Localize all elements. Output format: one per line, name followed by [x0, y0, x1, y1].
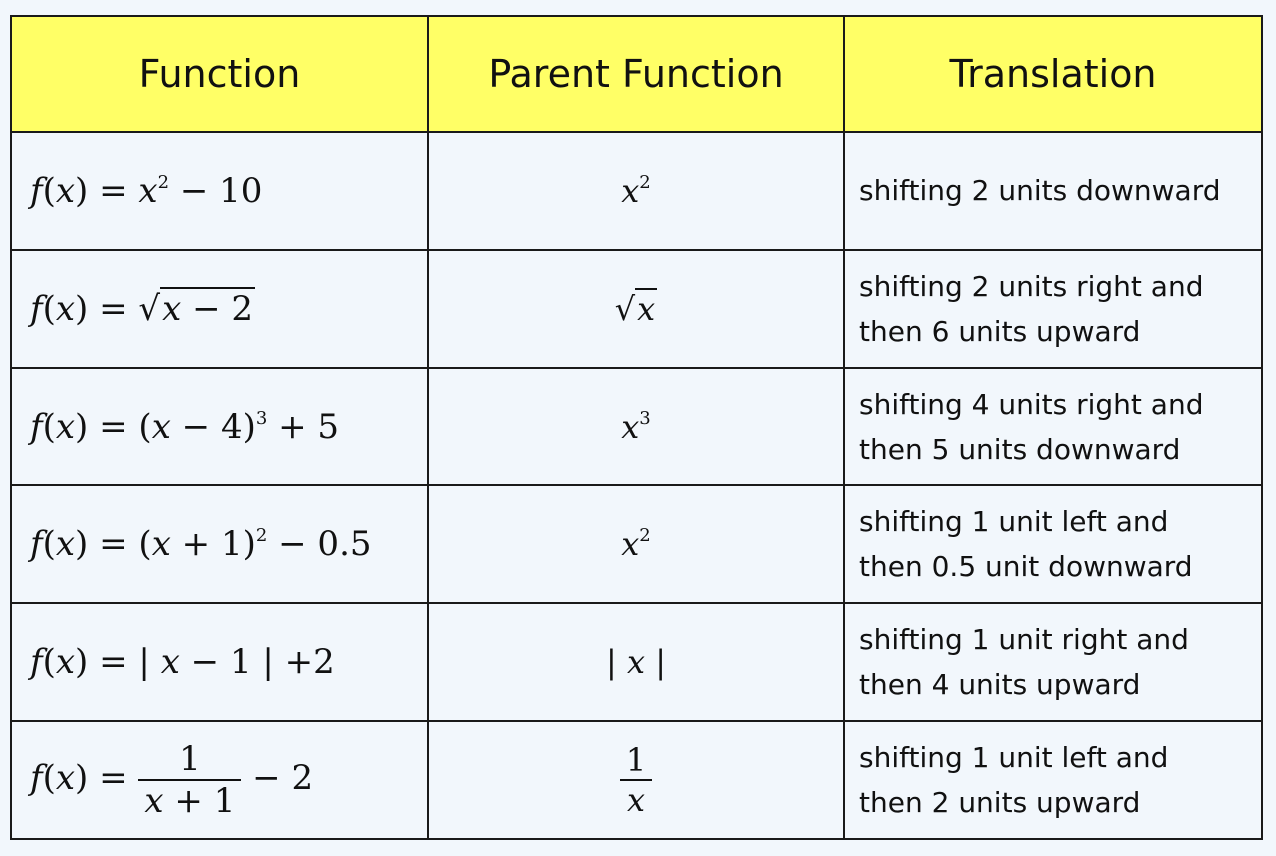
translation-line: shifting 2 units downward: [859, 174, 1221, 208]
header-row: Function Parent Function Translation: [10, 15, 1263, 133]
function-cell: f(x) = √x − 2: [10, 248, 429, 369]
translations-table-container: Function Parent Function Translation f(x…: [10, 15, 1263, 840]
translation-line: shifting 4 units right and: [859, 387, 1204, 421]
translation-cell: shifting 2 units right and then 6 units …: [843, 248, 1263, 369]
parent-function-cell: x2: [427, 131, 845, 251]
translation-cell: shifting 4 units right and then 5 units …: [843, 366, 1263, 487]
table-row: f(x) = x2 − 10 x2 shifting 2 units downw…: [10, 131, 1263, 251]
header-function: Function: [10, 15, 429, 133]
translation-line: then 2 units upward: [859, 786, 1141, 820]
translation-cell: shifting 2 units downward: [843, 131, 1263, 251]
translation-line: shifting 1 unit left and: [859, 741, 1169, 775]
header-translation: Translation: [843, 15, 1263, 133]
translation-line: then 4 units upward: [859, 668, 1141, 702]
header-parent-function: Parent Function: [427, 15, 845, 133]
translation-line: shifting 1 unit left and: [859, 505, 1169, 539]
translation-line: shifting 2 units right and: [859, 269, 1204, 303]
table-row: f(x) = 1x + 1 − 2 1x shifting 1 unit lef…: [10, 720, 1263, 840]
translation-line: then 5 units downward: [859, 432, 1181, 466]
table-row: f(x) = (x + 1)2 − 0.5 x2 shifting 1 unit…: [10, 484, 1263, 605]
parent-function-cell: x3: [427, 366, 845, 487]
translation-line: then 0.5 unit downward: [859, 550, 1193, 584]
function-cell: f(x) = (x + 1)2 − 0.5: [10, 484, 429, 605]
translation-cell: shifting 1 unit left and then 0.5 unit d…: [843, 484, 1263, 605]
table-row: f(x) = (x − 4)3 + 5 x3 shifting 4 units …: [10, 366, 1263, 487]
translation-cell: shifting 1 unit right and then 4 units u…: [843, 602, 1263, 723]
function-cell: f(x) = 1x + 1 − 2: [10, 720, 429, 840]
function-cell: f(x) = (x − 4)3 + 5: [10, 366, 429, 487]
translations-table: Function Parent Function Translation f(x…: [10, 15, 1263, 840]
parent-function-cell: x2: [427, 484, 845, 605]
translation-line: then 6 units upward: [859, 314, 1141, 348]
parent-function-cell: | x |: [427, 602, 845, 723]
function-cell: f(x) = x2 − 10: [10, 131, 429, 251]
table-row: f(x) = √x − 2 √x shifting 2 units right …: [10, 248, 1263, 369]
function-cell: f(x) = | x − 1 | +2: [10, 602, 429, 723]
table-row: f(x) = | x − 1 | +2 | x | shifting 1 uni…: [10, 602, 1263, 723]
parent-function-cell: 1x: [427, 720, 845, 840]
translation-cell: shifting 1 unit left and then 2 units up…: [843, 720, 1263, 840]
parent-function-cell: √x: [427, 248, 845, 369]
translation-line: shifting 1 unit right and: [859, 623, 1189, 657]
